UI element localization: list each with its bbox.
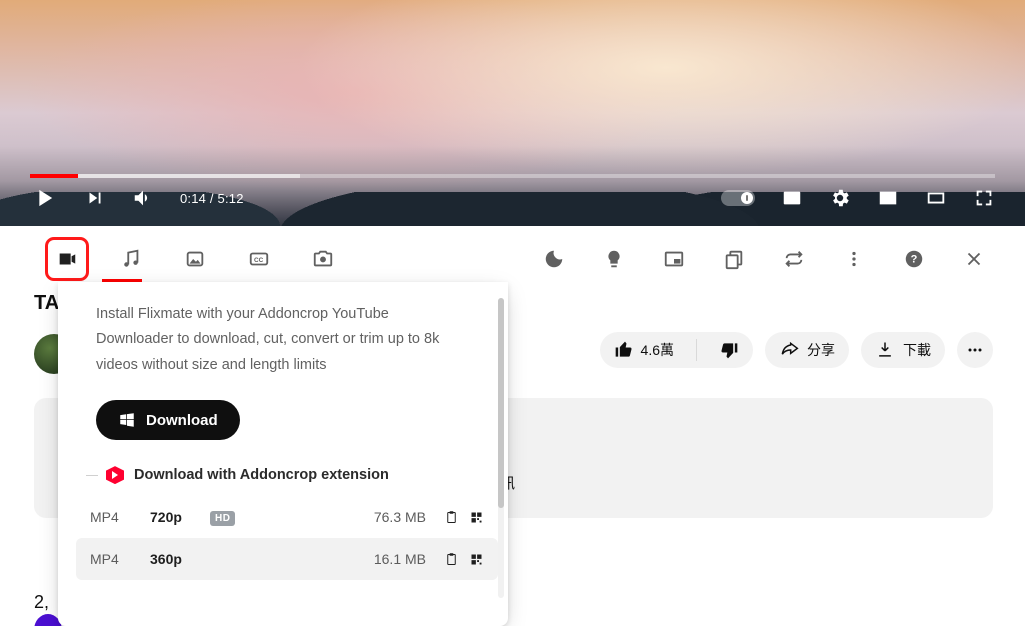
comment-count-fragment: 2, xyxy=(34,592,49,613)
download-label: 下載 xyxy=(903,340,931,360)
like-dislike-chip: 4.6萬 xyxy=(600,332,753,368)
pip-icon[interactable] xyxy=(655,240,693,278)
svg-text:?: ? xyxy=(911,254,918,266)
clipboard-icon[interactable] xyxy=(444,552,459,567)
caption-tab-icon[interactable]: CC xyxy=(240,240,278,278)
more-vert-icon[interactable] xyxy=(835,240,873,278)
loop-icon[interactable] xyxy=(775,240,813,278)
settings-button[interactable] xyxy=(829,187,851,209)
page-content: TA 訊 2, 4.6萬 分享 下載 I xyxy=(0,282,1025,626)
lightbulb-icon[interactable] xyxy=(595,240,633,278)
next-button[interactable] xyxy=(84,187,106,209)
close-icon[interactable] xyxy=(955,240,993,278)
dislike-button[interactable] xyxy=(705,332,753,368)
image-tab-icon[interactable] xyxy=(176,240,214,278)
video-player[interactable]: 0:14 / 5:12 xyxy=(0,0,1025,226)
thumb-down-icon xyxy=(719,340,739,360)
more-actions-button[interactable] xyxy=(957,332,993,368)
download-icon xyxy=(875,340,895,360)
share-icon xyxy=(779,340,799,360)
addoncrop-logo-icon xyxy=(106,466,124,484)
format-label: MP4 xyxy=(90,551,150,567)
download-row[interactable]: MP4720pHD76.3 MB xyxy=(76,496,498,538)
qr-icon[interactable] xyxy=(469,510,484,525)
time-display: 0:14 / 5:12 xyxy=(180,191,244,206)
help-icon[interactable]: ? xyxy=(895,240,933,278)
download-chip[interactable]: 下載 xyxy=(861,332,945,368)
windows-icon xyxy=(118,411,136,429)
share-button[interactable]: 分享 xyxy=(765,332,849,368)
download-btn-label: Download xyxy=(146,412,218,429)
volume-button[interactable] xyxy=(132,187,154,209)
qr-icon[interactable] xyxy=(469,552,484,567)
autoplay-toggle[interactable] xyxy=(721,190,755,206)
download-popup: Install Flixmate with your Addoncrop You… xyxy=(58,282,508,626)
filesize-label: 76.3 MB xyxy=(250,509,444,525)
flixmate-download-button[interactable]: Download xyxy=(96,400,240,440)
video-title-fragment: TA xyxy=(34,292,59,315)
play-button[interactable] xyxy=(30,184,58,212)
popup-scrollbar[interactable] xyxy=(498,298,504,598)
section-title: Download with Addoncrop extension xyxy=(134,467,389,483)
svg-text:CC: CC xyxy=(254,257,264,264)
format-label: MP4 xyxy=(90,509,150,525)
miniplayer-button[interactable] xyxy=(877,187,899,209)
quality-label: 360p xyxy=(150,551,210,567)
subtitles-button[interactable] xyxy=(781,187,803,209)
quality-label: 720p xyxy=(150,509,210,525)
video-actions: 4.6萬 分享 下載 xyxy=(600,332,993,368)
time-total: 5:12 xyxy=(218,191,244,206)
dark-mode-icon[interactable] xyxy=(535,240,573,278)
like-count: 4.6萬 xyxy=(641,340,674,360)
copy-icon[interactable] xyxy=(715,240,753,278)
filesize-label: 16.1 MB xyxy=(250,551,444,567)
time-current: 0:14 xyxy=(180,191,206,206)
screenshot-tab-icon[interactable] xyxy=(304,240,342,278)
extension-toolbar: CC ? xyxy=(0,226,1025,282)
thumb-up-icon xyxy=(614,340,634,360)
download-row[interactable]: MP4360p 16.1 MB xyxy=(76,538,498,580)
clipboard-icon[interactable] xyxy=(444,510,459,525)
video-tab-icon[interactable] xyxy=(48,240,86,278)
like-button[interactable]: 4.6萬 xyxy=(600,332,688,368)
theater-button[interactable] xyxy=(925,187,947,209)
audio-tab-icon[interactable] xyxy=(112,240,150,278)
more-horiz-icon xyxy=(965,340,985,360)
share-label: 分享 xyxy=(807,340,835,360)
promo-text: Install Flixmate with your Addoncrop You… xyxy=(96,302,468,378)
fullscreen-button[interactable] xyxy=(973,187,995,209)
hd-badge-slot: HD xyxy=(210,508,250,526)
